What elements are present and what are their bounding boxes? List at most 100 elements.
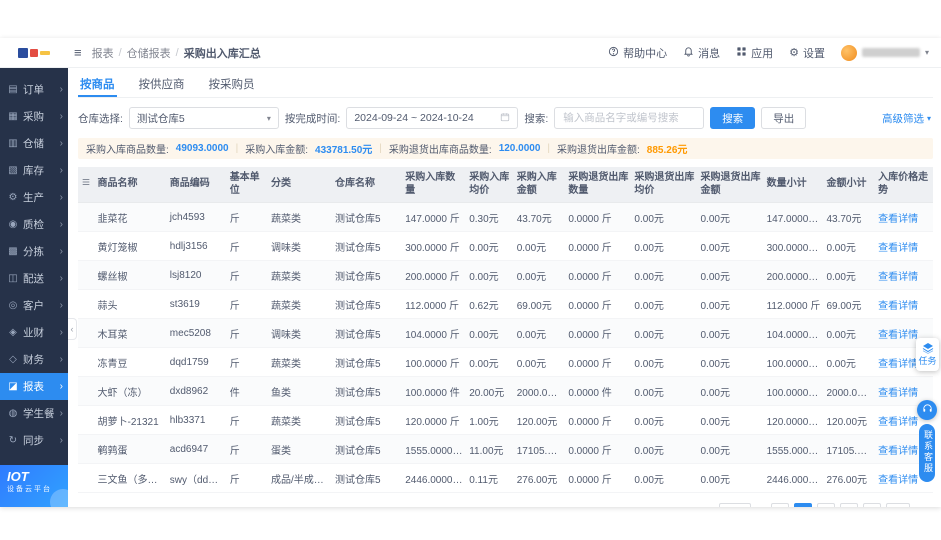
sidebar-item-同步[interactable]: ↻同步› (0, 427, 68, 454)
tab-按采购员[interactable]: 按采购员 (207, 72, 257, 97)
cell-amount-subtotal: 120.00元 (823, 406, 875, 435)
sidebar-item-label: 生产 (23, 190, 44, 205)
sidebar-item-采购[interactable]: ▦采购› (0, 103, 68, 130)
cell-inbound-qty: 100.0000 件 (402, 377, 466, 406)
sidebar-item-label: 订单 (23, 82, 44, 97)
cell-base-unit: 件 (227, 377, 268, 406)
sidebar-item-财务[interactable]: ◇财务› (0, 346, 68, 373)
menu-collapse-icon[interactable]: ≡ (74, 45, 82, 60)
help-center-button[interactable]: 帮助中心 (608, 45, 667, 61)
warehouse-select[interactable]: 测试仓库5 ▾ (129, 107, 279, 129)
iot-logo-title: IOT (7, 470, 61, 484)
cell-price-trend: 查看详情 (875, 290, 933, 319)
view-details-link[interactable]: 查看详情 (878, 330, 918, 341)
view-details-link[interactable]: 查看详情 (878, 417, 918, 428)
cell-product-code: dqd1759 (167, 348, 227, 377)
messages-button[interactable]: 消息 (683, 45, 720, 61)
sidebar-item-生产[interactable]: ⚙生产› (0, 184, 68, 211)
table-row: 鹌鹑蛋acd6947斤蛋类测试仓库51555.0000 斤11.00元17105… (78, 435, 933, 464)
view-details-link[interactable]: 查看详情 (878, 301, 918, 312)
date-range-picker[interactable]: 2024-09-24 ~ 2024-10-24 (346, 107, 518, 129)
export-button[interactable]: 导出 (761, 107, 806, 129)
cell-qty-subtotal: 300.0000 斤 (764, 232, 824, 261)
cell-return-outbound-amount: 0.00元 (698, 319, 764, 348)
contact-service-button[interactable]: 联系客服 (919, 424, 935, 482)
search-button[interactable]: 搜索 (710, 107, 755, 129)
sidebar-item-label: 配送 (23, 271, 44, 286)
contact-service-label: 联系客服 (922, 430, 935, 474)
search-input[interactable] (554, 107, 704, 129)
cell-inbound-qty: 104.0000 斤 (402, 319, 466, 348)
view-details-link[interactable]: 查看详情 (878, 272, 918, 283)
sidebar-item-质检[interactable]: ◉质检› (0, 211, 68, 238)
cell-warehouse-name: 测试仓库5 (332, 406, 402, 435)
cell-inbound-qty: 2446.0000 斤 (402, 464, 466, 493)
column-header-采购退货出库数量: 采购退货出库数量 (565, 167, 631, 203)
cell-base-unit: 斤 (227, 203, 268, 232)
cell-category: 鱼类 (268, 377, 332, 406)
prev-page-button[interactable]: ‹ (771, 503, 789, 507)
cell-inbound-amount: 69.00元 (514, 290, 566, 319)
view-details-link[interactable]: 查看详情 (878, 214, 918, 225)
sidebar-item-学生餐[interactable]: ◍学生餐› (0, 400, 68, 427)
breadcrumb-item[interactable]: 仓储报表 (127, 45, 171, 61)
cell-inbound-avg-price: 0.00元 (466, 232, 514, 261)
view-details-link[interactable]: 查看详情 (878, 446, 918, 457)
sidebar-item-label: 仓储 (23, 136, 44, 151)
logo-blue-square (18, 48, 28, 58)
app-window: ≡ 报表 / 仓储报表 / 采购出入库汇总 帮助中心 消息 应用 ⚙ 设置 (0, 38, 941, 507)
sidebar-item-配送[interactable]: ◫配送› (0, 265, 68, 292)
logo-red-square (30, 49, 38, 57)
sidebar-item-报表[interactable]: ◪报表› (0, 373, 68, 400)
page-jump-input[interactable] (886, 503, 910, 507)
view-details-link[interactable]: 查看详情 (878, 475, 918, 486)
view-details-link[interactable]: 查看详情 (878, 359, 918, 370)
summary-divider: | (547, 143, 550, 154)
cell-return-outbound-qty: 0.0000 斤 (565, 261, 631, 290)
cell-amount-subtotal: 276.00元 (823, 464, 875, 493)
apps-button[interactable]: 应用 (736, 45, 773, 61)
sidebar-item-客户[interactable]: ◎客户› (0, 292, 68, 319)
page-button-1[interactable]: 1 (794, 503, 812, 507)
page-size-select[interactable]: 10 ▾ (719, 503, 751, 507)
sidebar-item-订单[interactable]: ▤订单› (0, 76, 68, 103)
next-page-button[interactable]: › (863, 503, 881, 507)
breadcrumb-item[interactable]: 报表 (92, 45, 114, 61)
sidebar-item-库存[interactable]: ▧库存› (0, 157, 68, 184)
app-logo[interactable] (0, 38, 68, 67)
page-button-2[interactable]: 2 (817, 503, 835, 507)
view-details-link[interactable]: 查看详情 (878, 243, 918, 254)
search-label: 搜索: (524, 111, 548, 126)
cell-inbound-qty: 120.0000 斤 (402, 406, 466, 435)
settings-button[interactable]: ⚙ 设置 (789, 45, 825, 61)
cell-amount-subtotal: 0.00元 (823, 232, 875, 261)
tab-按商品[interactable]: 按商品 (78, 72, 117, 97)
top-bar: ≡ 报表 / 仓储报表 / 采购出入库汇总 帮助中心 消息 应用 ⚙ 设置 (0, 38, 941, 68)
cell-qty-subtotal: 104.0000 斤 (764, 319, 824, 348)
summary-value: 120.0000 (499, 143, 541, 154)
user-menu[interactable]: ▾ (841, 45, 929, 61)
page-button-3[interactable]: 3 (840, 503, 858, 507)
tab-按供应商[interactable]: 按供应商 (137, 72, 187, 97)
sidebar-item-仓储[interactable]: ▥仓储› (0, 130, 68, 157)
table-row: 木耳菜mec5208斤调味类测试仓库5104.0000 斤0.00元0.00元0… (78, 319, 933, 348)
sidebar-item-分拣[interactable]: ▩分拣› (0, 238, 68, 265)
inventory-icon: ▧ (7, 165, 19, 176)
chevron-right-icon: › (60, 246, 63, 257)
pagination: 共27条记录，每页 10 ▾ 条 ‹ 123 › /3页 (78, 503, 933, 507)
cell-return-outbound-avg-price: 0.00元 (631, 203, 697, 232)
cell-warehouse-name: 测试仓库5 (332, 464, 402, 493)
customer-service-button[interactable] (917, 400, 937, 420)
cell-warehouse-name: 测试仓库5 (332, 348, 402, 377)
advanced-filter-toggle[interactable]: 高级筛选 ▾ (882, 111, 933, 126)
cell-qty-subtotal: 1555.0000 斤 (764, 435, 824, 464)
tasks-float-button[interactable]: 任务 (916, 338, 939, 371)
cell-inbound-avg-price: 0.00元 (466, 348, 514, 377)
sidebar-collapse-handle[interactable]: ‹ (68, 318, 77, 340)
sidebar-item-业财[interactable]: ◈业财› (0, 319, 68, 346)
cell-product-name: 冻青豆 (95, 348, 167, 377)
column-settings-icon[interactable] (78, 167, 95, 203)
cell-return-outbound-avg-price: 0.00元 (631, 464, 697, 493)
view-details-link[interactable]: 查看详情 (878, 388, 918, 399)
column-header-商品编码: 商品编码 (167, 167, 227, 203)
